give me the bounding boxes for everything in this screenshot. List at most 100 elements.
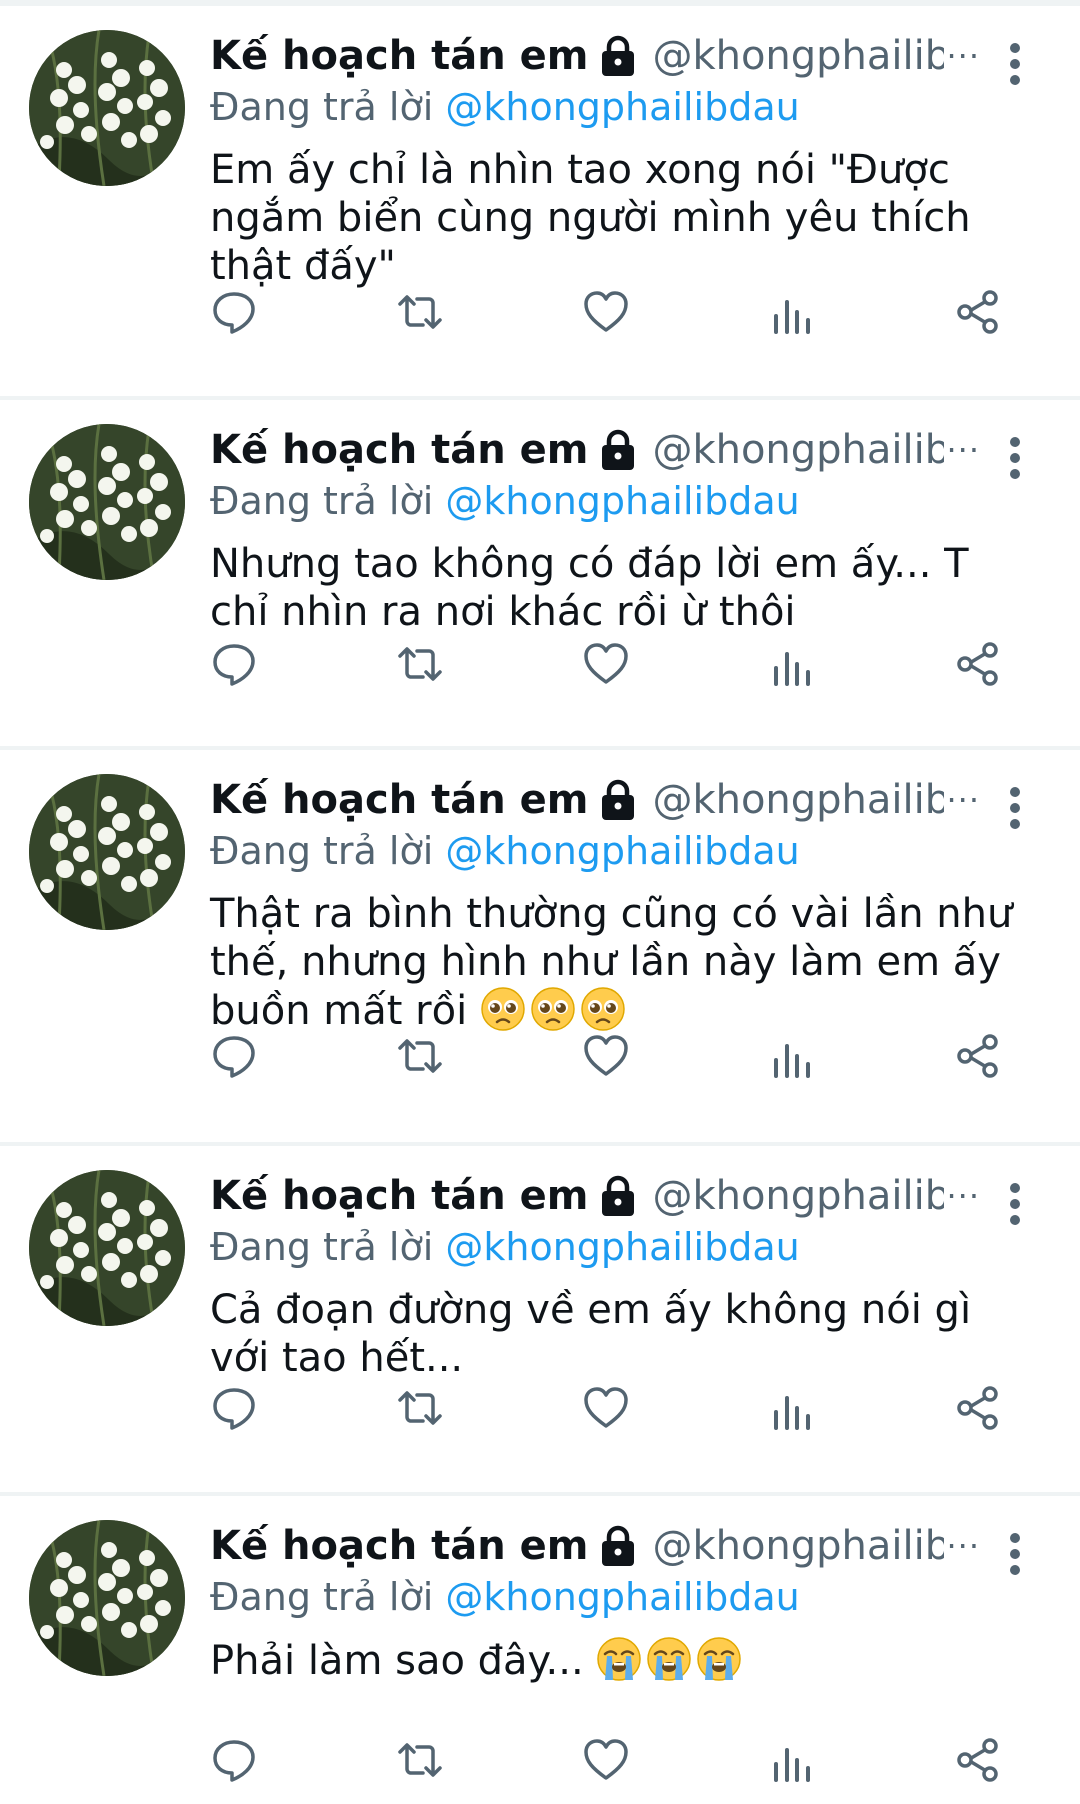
retweet-button[interactable] [396, 1032, 444, 1080]
share-button[interactable] [954, 640, 1002, 688]
loudly-crying-face-icon [647, 1637, 692, 1681]
display-name[interactable]: Kế hoạch tán em [210, 777, 588, 823]
handle-truncation: ··· [946, 781, 980, 819]
loudly-crying-face-icon [697, 1637, 742, 1681]
reply-button[interactable] [210, 1736, 258, 1784]
reply-icon [213, 1036, 255, 1078]
retweet-icon [398, 1391, 442, 1425]
replying-to-handle[interactable]: @khongphailibdau [445, 1225, 799, 1269]
replying-to-handle[interactable]: @khongphailibdau [445, 479, 799, 523]
share-icon [957, 1386, 998, 1430]
user-handle[interactable]: @khongphailibd [652, 777, 944, 823]
tweet[interactable]: Kế hoạch tán em @khongphailibd ··· Đang … [0, 6, 1080, 400]
share-button[interactable] [954, 1384, 1002, 1432]
like-button[interactable] [582, 1032, 630, 1080]
retweet-button[interactable] [396, 1736, 444, 1784]
tweet-content: Kế hoạch tán em @khongphailibd ··· Đang … [210, 1168, 1020, 1382]
replying-to: Đang trả lời @khongphailibdau [210, 1574, 1020, 1622]
tweet-text: Thật ra bình thường cũng có vài lần như … [210, 890, 1030, 1035]
retweet-icon [398, 647, 442, 681]
replying-to-handle[interactable]: @khongphailibdau [445, 85, 799, 129]
avatar[interactable] [29, 774, 185, 930]
heart-icon [584, 1035, 628, 1076]
tweet-header: Kế hoạch tán em @khongphailibd ··· [210, 1518, 980, 1574]
reply-icon [213, 292, 255, 334]
display-name[interactable]: Kế hoạch tán em [210, 427, 588, 473]
bar-chart-icon [774, 652, 810, 686]
handle-truncation: ··· [946, 431, 980, 469]
avatar[interactable] [29, 424, 185, 580]
tweet[interactable]: Kế hoạch tán em @khongphailibd ··· Đang … [0, 1146, 1080, 1496]
like-button[interactable] [582, 1736, 630, 1784]
share-icon [957, 1034, 998, 1078]
reply-button[interactable] [210, 640, 258, 688]
more-vertical-icon[interactable] [1000, 784, 1030, 832]
more-vertical-icon[interactable] [1000, 1530, 1030, 1578]
views-button[interactable] [768, 1032, 816, 1080]
views-button[interactable] [768, 640, 816, 688]
replying-to: Đang trả lời @khongphailibdau [210, 478, 1020, 526]
share-button[interactable] [954, 1736, 1002, 1784]
tweet-text: Em ấy chỉ là nhìn tao xong nói "Được ngắ… [210, 146, 1030, 290]
reply-button[interactable] [210, 1384, 258, 1432]
reply-thread: Kế hoạch tán em @khongphailibd ··· Đang … [0, 6, 1080, 1796]
heart-icon [584, 291, 628, 332]
avatar[interactable] [29, 30, 185, 186]
user-handle[interactable]: @khongphailibd [652, 1523, 944, 1569]
retweet-button[interactable] [396, 1384, 444, 1432]
views-button[interactable] [768, 1736, 816, 1784]
tweet-text: Cả đoạn đường về em ấy không nói gì với … [210, 1286, 1030, 1382]
share-button[interactable] [954, 288, 1002, 336]
bar-chart-icon [774, 1748, 810, 1782]
tweet-header: Kế hoạch tán em @khongphailibd ··· [210, 772, 980, 828]
share-icon [957, 1738, 998, 1782]
avatar[interactable] [29, 1520, 185, 1676]
views-button[interactable] [768, 288, 816, 336]
replying-to-handle[interactable]: @khongphailibdau [445, 1575, 799, 1619]
lock-icon [602, 429, 635, 470]
user-handle[interactable]: @khongphailibd [652, 33, 944, 79]
loudly-crying-face-icon [597, 1637, 642, 1681]
tweet-text: Nhưng tao không có đáp lời em ấy... T ch… [210, 540, 1030, 636]
more-vertical-icon[interactable] [1000, 1180, 1030, 1228]
replying-to-label: Đang trả lời [210, 1575, 434, 1619]
display-name[interactable]: Kế hoạch tán em [210, 1173, 588, 1219]
replying-to: Đang trả lời @khongphailibdau [210, 828, 1020, 876]
retweet-button[interactable] [396, 288, 444, 336]
like-button[interactable] [582, 640, 630, 688]
replying-to-label: Đang trả lời [210, 829, 434, 873]
tweet-header: Kế hoạch tán em @khongphailibd ··· [210, 422, 980, 478]
reply-button[interactable] [210, 288, 258, 336]
tweet-text-body: Phải làm sao đây... [210, 1638, 584, 1684]
reply-button[interactable] [210, 1032, 258, 1080]
like-button[interactable] [582, 1384, 630, 1432]
more-vertical-icon[interactable] [1000, 434, 1030, 482]
tweet-actions [210, 1032, 1010, 1080]
heart-icon [584, 1739, 628, 1780]
share-button[interactable] [954, 1032, 1002, 1080]
tweet-header: Kế hoạch tán em @khongphailibd ··· [210, 28, 980, 84]
tweet-text: Phải làm sao đây... [210, 1636, 1030, 1685]
more-vertical-icon[interactable] [1000, 40, 1030, 88]
tweet-text-body: Cả đoạn đường về em ấy không nói gì với … [210, 1287, 972, 1381]
user-handle[interactable]: @khongphailibd [652, 1173, 944, 1219]
heart-icon [584, 1387, 628, 1428]
display-name[interactable]: Kế hoạch tán em [210, 1523, 588, 1569]
bar-chart-icon [774, 1396, 810, 1430]
retweet-button[interactable] [396, 640, 444, 688]
tweet-text-body: Em ấy chỉ là nhìn tao xong nói "Được ngắ… [210, 147, 971, 289]
lily-of-the-valley-photo [29, 30, 185, 186]
user-handle[interactable]: @khongphailibd [652, 427, 944, 473]
avatar[interactable] [29, 1170, 185, 1326]
tweet[interactable]: Kế hoạch tán em @khongphailibd ··· Đang … [0, 1496, 1080, 1796]
views-button[interactable] [768, 1384, 816, 1432]
lily-of-the-valley-photo [29, 1520, 185, 1676]
replying-to: Đang trả lời @khongphailibdau [210, 84, 1020, 132]
replying-to: Đang trả lời @khongphailibdau [210, 1224, 1020, 1272]
like-button[interactable] [582, 288, 630, 336]
tweet[interactable]: Kế hoạch tán em @khongphailibd ··· Đang … [0, 750, 1080, 1146]
replying-to-handle[interactable]: @khongphailibdau [445, 829, 799, 873]
display-name[interactable]: Kế hoạch tán em [210, 33, 588, 79]
tweet[interactable]: Kế hoạch tán em @khongphailibd ··· Đang … [0, 400, 1080, 750]
lily-of-the-valley-photo [29, 424, 185, 580]
